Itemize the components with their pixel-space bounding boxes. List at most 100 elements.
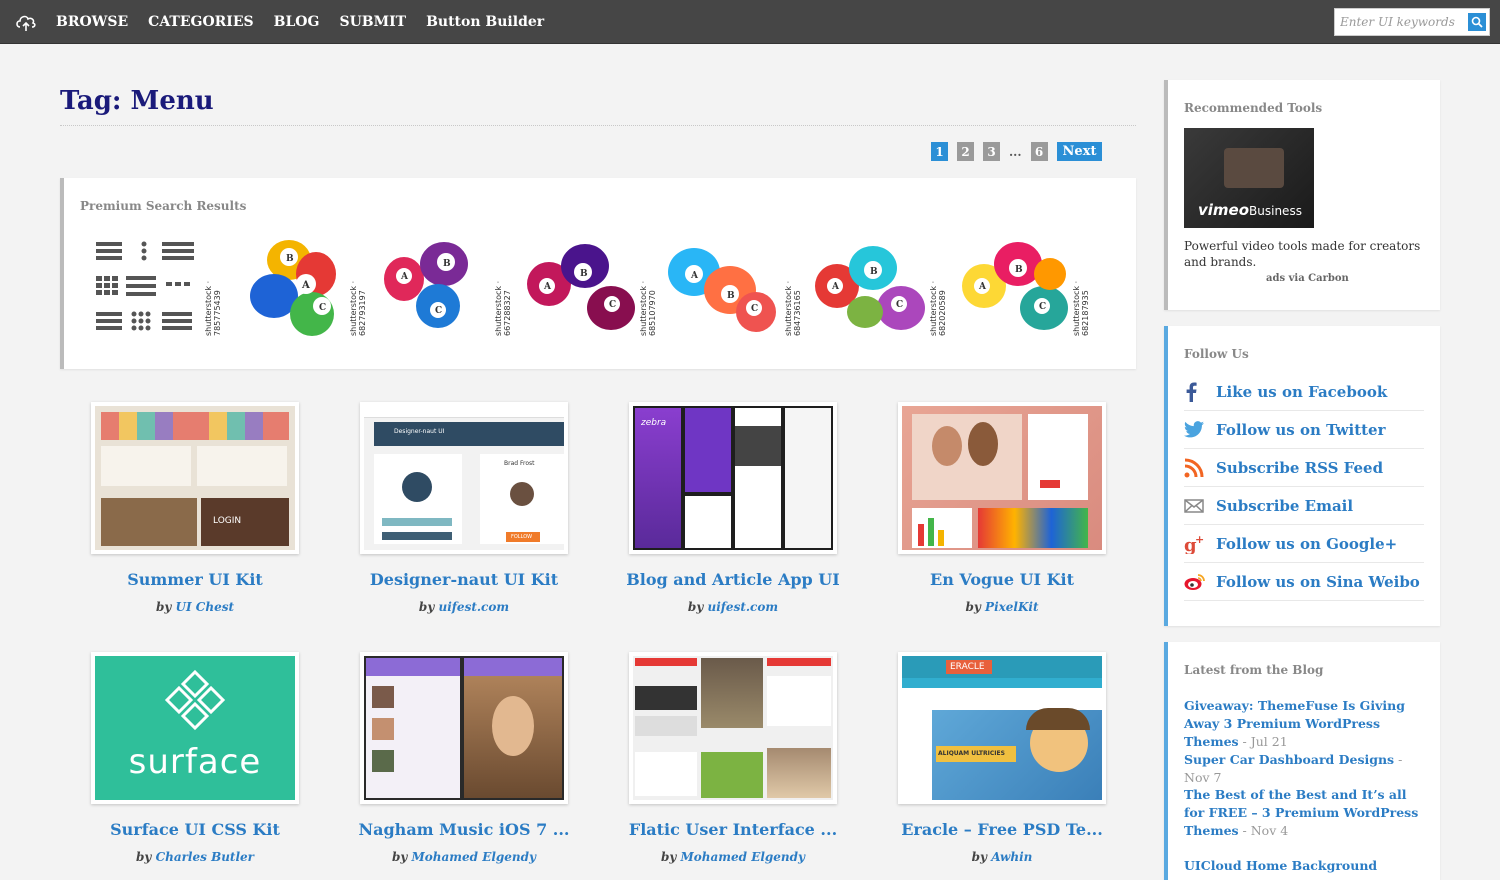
nav-blog[interactable]: BLOG bbox=[274, 14, 320, 30]
nav-categories[interactable]: CATEGORIES bbox=[148, 14, 253, 30]
ui-card[interactable]: zebra Blog and Article App UI by uifest.… bbox=[626, 402, 840, 614]
card-title[interactable]: Designer-naut UI Kit bbox=[330, 570, 598, 589]
search-icon bbox=[1471, 16, 1483, 28]
premium-result-5[interactable]: A B C bbox=[664, 234, 794, 344]
card-title[interactable]: Summer UI Kit bbox=[61, 570, 329, 589]
premium-result-7[interactable]: A B C bbox=[954, 234, 1084, 344]
follow-rss[interactable]: Subscribe RSS Feed bbox=[1184, 449, 1424, 487]
surface-logo-icon bbox=[164, 669, 226, 731]
card-thumbnail[interactable]: LOGIN bbox=[91, 402, 299, 554]
follow-facebook[interactable]: Like us on Facebook bbox=[1184, 373, 1424, 411]
cloud-logo-icon[interactable] bbox=[14, 11, 38, 33]
card-author-link[interactable]: Awhin bbox=[991, 850, 1032, 864]
vimeo-ad-image[interactable]: vimeoBusiness bbox=[1184, 128, 1314, 228]
card-thumbnail[interactable] bbox=[360, 652, 568, 804]
follow-googleplus[interactable]: g + Follow us on Google+ bbox=[1184, 525, 1424, 563]
card-by-label: by bbox=[136, 850, 152, 864]
twitter-icon bbox=[1184, 418, 1210, 442]
premium-result-4[interactable]: A B C bbox=[519, 234, 649, 344]
premium-result-2[interactable]: B A C bbox=[234, 234, 364, 344]
card-thumbnail[interactable]: Designer-naut UI Brad Frost FOLLOW bbox=[360, 402, 568, 554]
card-thumbnail[interactable]: surface bbox=[91, 652, 299, 804]
svg-text:C: C bbox=[1039, 302, 1046, 312]
ui-card[interactable]: En Vogue UI Kit by PixelKit bbox=[898, 402, 1106, 614]
card-author-link[interactable]: uifest.com bbox=[707, 600, 778, 614]
blog-post-title[interactable]: Giveaway: ThemeFuse Is Giving Away 3 Pre… bbox=[1184, 698, 1405, 749]
card-author: by Charles Butler bbox=[61, 850, 329, 864]
premium-result-1[interactable] bbox=[90, 234, 220, 344]
search-box bbox=[1334, 8, 1490, 36]
card-thumbnail[interactable]: ERACLE ALIQUAM ULTRICIES bbox=[898, 652, 1106, 804]
page-6-link[interactable]: 6 bbox=[1030, 142, 1048, 161]
search-input[interactable] bbox=[1335, 9, 1465, 35]
nav-button-builder[interactable]: Button Builder bbox=[426, 14, 544, 30]
card-title[interactable]: Eracle – Free PSD Te... bbox=[868, 820, 1136, 839]
top-navbar: BROWSE CATEGORIES BLOG SUBMIT Button Bui… bbox=[0, 0, 1500, 44]
eracle-logo-text: ERACLE bbox=[950, 662, 985, 672]
nav-browse[interactable]: BROWSE bbox=[56, 14, 128, 30]
search-button[interactable] bbox=[1468, 13, 1486, 31]
blog-post-item[interactable]: Super Car Dashboard Designs - Nov 7 bbox=[1184, 751, 1424, 787]
svg-text:A: A bbox=[301, 280, 310, 291]
premium-result-6[interactable]: A B C bbox=[809, 234, 939, 344]
designer-text: Designer-naut UI bbox=[394, 428, 445, 435]
premium-stock-id-3: shutterstock · 667288327 bbox=[494, 280, 512, 336]
card-title[interactable]: Nagham Music iOS 7 ... bbox=[330, 820, 598, 839]
card-author-link[interactable]: Charles Butler bbox=[156, 850, 254, 864]
ui-card[interactable]: ERACLE ALIQUAM ULTRICIES Eracle – Free P… bbox=[898, 652, 1106, 864]
card-thumbnail[interactable]: zebra bbox=[629, 402, 837, 554]
card-title[interactable]: Flatic User Interface ... bbox=[599, 820, 867, 839]
blog-post-title[interactable]: UICloud Home Background bbox=[1184, 858, 1377, 873]
blog-post-item[interactable]: The Best of the Best and It’s all for FR… bbox=[1184, 786, 1424, 840]
card-by-label: by bbox=[660, 850, 677, 864]
card-author: by uifest.com bbox=[599, 600, 867, 614]
eracle-banner-text: ALIQUAM ULTRICIES bbox=[938, 750, 1005, 757]
follow-email[interactable]: Subscribe Email bbox=[1184, 487, 1424, 525]
vimeo-brand: vimeo bbox=[1198, 201, 1250, 219]
blog-post-date: - Nov 4 bbox=[1238, 823, 1289, 838]
next-page-button[interactable]: Next bbox=[1056, 142, 1103, 161]
card-author-link[interactable]: UI Chest bbox=[176, 600, 234, 614]
card-thumbnail[interactable] bbox=[898, 402, 1106, 554]
card-author-link[interactable]: Mohamed Elgendy bbox=[412, 850, 537, 864]
svg-text:B: B bbox=[286, 254, 294, 264]
card-author-link[interactable]: PixelKit bbox=[985, 600, 1038, 614]
svg-text:B: B bbox=[870, 267, 878, 277]
card-by-label: by bbox=[965, 600, 981, 614]
premium-stock-id-2: shutterstock · 682793197 bbox=[349, 280, 367, 336]
brad-text: Brad Frost bbox=[504, 460, 535, 467]
card-title[interactable]: Blog and Article App UI bbox=[599, 570, 867, 589]
card-author-link[interactable]: Mohamed Elgendy bbox=[681, 850, 806, 864]
page-1-current[interactable]: 1 bbox=[931, 142, 948, 161]
card-by-label: by bbox=[418, 600, 435, 614]
premium-stock-id-1: shutterstock · 785775439 bbox=[204, 280, 222, 336]
card-title[interactable]: En Vogue UI Kit bbox=[868, 570, 1136, 589]
ui-card[interactable]: LOGIN Summer UI Kit by UI Chest bbox=[91, 402, 299, 614]
page-2-link[interactable]: 2 bbox=[957, 142, 974, 161]
card-by-label: by bbox=[971, 850, 987, 864]
ad-text[interactable]: Powerful video tools made for creators a… bbox=[1184, 238, 1424, 270]
blog-post-item[interactable]: UICloud Home Background bbox=[1184, 857, 1424, 875]
follow-weibo[interactable]: Follow us on Sina Weibo bbox=[1184, 563, 1424, 601]
ui-card[interactable]: Designer-naut UI Brad Frost FOLLOW Desig… bbox=[360, 402, 568, 614]
nav-submit[interactable]: SUBMIT bbox=[339, 14, 406, 30]
card-thumbnail[interactable] bbox=[629, 652, 837, 804]
card-author-link[interactable]: uifest.com bbox=[438, 600, 509, 614]
follow-googleplus-label: Follow us on Google+ bbox=[1216, 534, 1398, 553]
blog-post-date: - Jul 21 bbox=[1238, 734, 1288, 749]
blog-post-title[interactable]: The Best of the Best and It’s all for FR… bbox=[1184, 787, 1418, 838]
card-title[interactable]: Surface UI CSS Kit bbox=[61, 820, 329, 839]
ui-card[interactable]: surface Surface UI CSS Kit by Charles Bu… bbox=[91, 652, 299, 864]
ads-via-carbon[interactable]: ads via Carbon bbox=[1266, 273, 1349, 284]
rss-icon bbox=[1184, 456, 1210, 480]
follow-twitter[interactable]: Follow us on Twitter bbox=[1184, 411, 1424, 449]
premium-result-3[interactable]: A B C bbox=[374, 234, 504, 344]
svg-text:B: B bbox=[1015, 265, 1023, 275]
ui-card[interactable]: Nagham Music iOS 7 ... by Mohamed Elgend… bbox=[359, 652, 569, 864]
blog-post-item[interactable]: Giveaway: ThemeFuse Is Giving Away 3 Pre… bbox=[1184, 697, 1424, 751]
page-3-link[interactable]: 3 bbox=[983, 142, 1000, 161]
premium-title: Premium Search Results bbox=[80, 199, 247, 213]
ui-card[interactable]: Flatic User Interface ... by Mohamed Elg… bbox=[629, 652, 837, 864]
premium-stock-id-4: shutterstock · 685107970 bbox=[639, 280, 657, 336]
blog-post-title[interactable]: Super Car Dashboard Designs bbox=[1184, 752, 1394, 767]
